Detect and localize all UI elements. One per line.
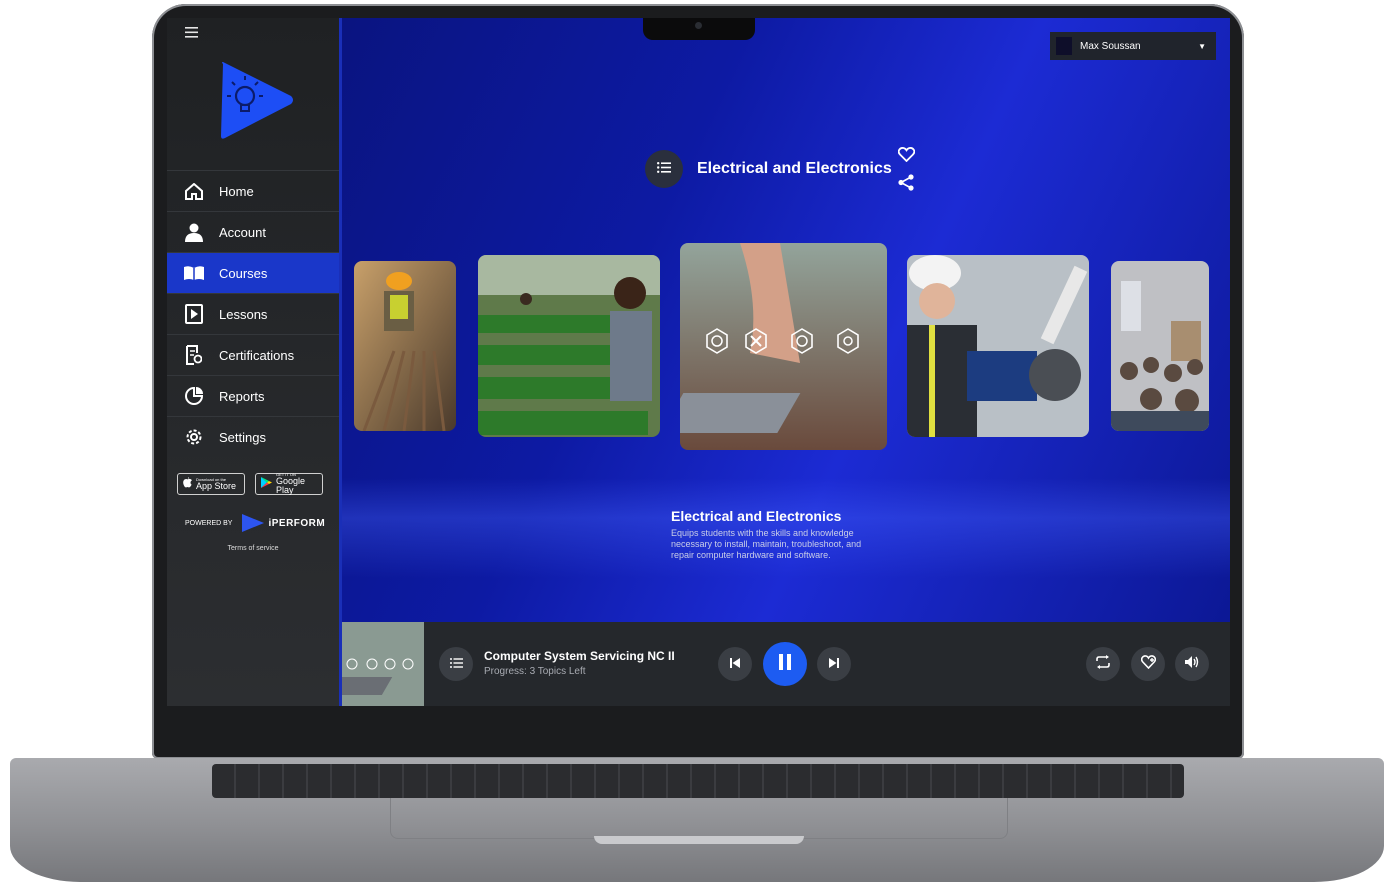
now-playing-progress: Progress: 3 Topics Left xyxy=(484,666,586,677)
course-card-image xyxy=(1111,261,1209,431)
course-card-image xyxy=(354,261,456,431)
now-playing-thumbnail[interactable] xyxy=(342,622,424,706)
favorite-button[interactable] xyxy=(1131,647,1165,681)
user-icon xyxy=(183,223,205,242)
skip-next-icon xyxy=(829,655,839,673)
camera-notch xyxy=(643,18,755,40)
menu-icon[interactable] xyxy=(185,27,198,40)
camera-icon xyxy=(695,22,702,29)
sidebar-item-label: Account xyxy=(219,224,266,240)
home-icon xyxy=(183,182,205,200)
sidebar-item-reports[interactable]: Reports xyxy=(167,375,339,416)
course-card-image xyxy=(478,255,660,437)
sidebar-item-label: Reports xyxy=(219,388,265,404)
certificate-icon xyxy=(183,345,205,365)
pause-icon xyxy=(778,653,792,675)
sidebar-item-label: Certifications xyxy=(219,347,295,363)
course-header: Electrical and Electronics xyxy=(645,150,892,188)
page-title: Electrical and Electronics xyxy=(697,160,892,177)
sidebar-item-label: Courses xyxy=(219,265,268,281)
course-card-classroom[interactable] xyxy=(1111,261,1209,431)
user-name: Max Soussan xyxy=(1080,40,1141,52)
volume-button[interactable] xyxy=(1175,647,1209,681)
apple-icon xyxy=(183,475,192,493)
sidebar-item-label: Settings xyxy=(219,429,266,445)
laptop-keyboard xyxy=(212,764,1184,798)
sidebar-item-label: Lessons xyxy=(219,306,268,322)
heart-plus-icon xyxy=(1140,654,1156,674)
volume-icon xyxy=(1185,655,1199,673)
gear-icon xyxy=(183,428,205,446)
brand-name: iPERFORM xyxy=(268,517,326,529)
powered-by-text: POWERED BY xyxy=(185,519,233,527)
app-screen: Home Account Courses Lessons Certificati… xyxy=(167,18,1230,706)
playlist-button[interactable] xyxy=(439,647,473,681)
course-card-image xyxy=(907,255,1089,437)
heart-icon[interactable] xyxy=(897,147,916,167)
book-icon xyxy=(183,265,205,281)
list-icon xyxy=(449,655,463,673)
sidebar-item-home[interactable]: Home xyxy=(167,170,339,211)
player-bar: Computer System Servicing NC II Progress… xyxy=(342,622,1230,706)
app-store-label: App Store xyxy=(196,480,237,491)
sidebar-item-label: Home xyxy=(219,183,254,199)
google-play-icon xyxy=(261,475,272,493)
app-logo xyxy=(217,60,297,140)
brand-mark-icon xyxy=(242,514,265,532)
laptop-lip xyxy=(594,836,804,844)
course-card-industrial[interactable] xyxy=(907,255,1089,437)
next-button[interactable] xyxy=(817,647,851,681)
repeat-button[interactable] xyxy=(1086,647,1120,681)
user-menu[interactable]: Max Soussan ▼ xyxy=(1050,32,1216,60)
sidebar-item-certifications[interactable]: Certifications xyxy=(167,334,339,375)
play-lesson-icon xyxy=(183,304,205,324)
app-store-badge[interactable]: Download on the App Store xyxy=(177,473,245,495)
terms-of-service-link[interactable]: Terms of service xyxy=(167,545,339,552)
repeat-icon xyxy=(1095,654,1111,674)
pause-button[interactable] xyxy=(763,642,807,686)
google-play-label: Google Play xyxy=(276,476,306,495)
main-content: Max Soussan ▼ Electrical and Electronics xyxy=(342,18,1230,622)
course-card-image xyxy=(680,243,887,450)
chevron-down-icon[interactable]: ▼ xyxy=(1198,42,1206,51)
store-badges: Download on the App Store GET IT ON Google… xyxy=(177,473,323,495)
course-description: Equips students with the skills and know… xyxy=(671,528,862,560)
course-card-electrical[interactable] xyxy=(680,243,887,450)
sidebar-item-settings[interactable]: Settings xyxy=(167,416,339,457)
course-card-agriculture[interactable] xyxy=(478,255,660,437)
sidebar-item-account[interactable]: Account xyxy=(167,211,339,252)
reports-icon xyxy=(183,387,205,405)
google-play-badge[interactable]: GET IT ON Google Play xyxy=(255,473,323,495)
share-icon[interactable] xyxy=(898,174,914,196)
avatar xyxy=(1056,37,1072,55)
sidebar: Home Account Courses Lessons Certificati… xyxy=(167,18,342,706)
list-button[interactable] xyxy=(645,150,683,188)
now-playing-title: Computer System Servicing NC II xyxy=(484,649,675,663)
previous-button[interactable] xyxy=(718,647,752,681)
list-icon xyxy=(657,160,671,178)
course-card-construction[interactable] xyxy=(354,261,456,431)
sidebar-item-courses[interactable]: Courses xyxy=(167,252,339,293)
brand-logo: iPERFORM xyxy=(242,514,325,532)
powered-by: POWERED BY iPERFORM xyxy=(185,514,325,532)
course-description-title: Electrical and Electronics xyxy=(671,508,842,524)
sidebar-item-lessons[interactable]: Lessons xyxy=(167,293,339,334)
skip-previous-icon xyxy=(730,655,740,673)
laptop-trackpad xyxy=(390,798,1008,839)
sidebar-nav: Home Account Courses Lessons Certificati… xyxy=(167,170,339,457)
